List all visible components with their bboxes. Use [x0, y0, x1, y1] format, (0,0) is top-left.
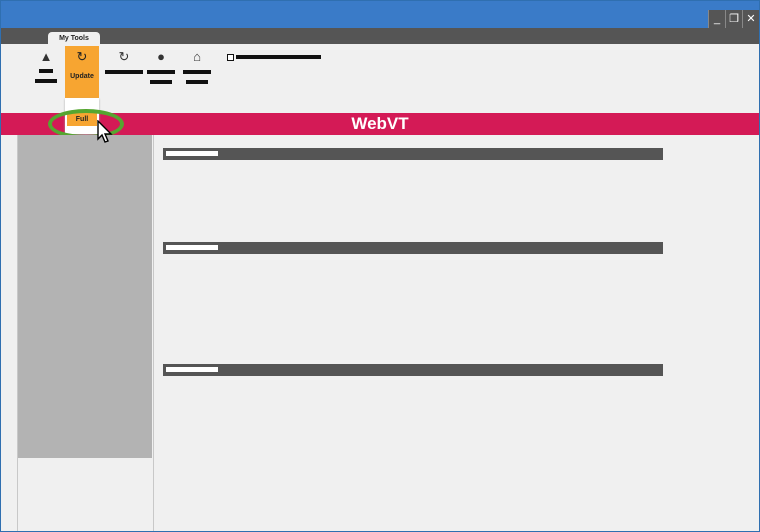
home-icon: ⌂	[193, 49, 201, 64]
close-button[interactable]: ✕	[742, 10, 759, 28]
chat-tool[interactable]: ●	[146, 50, 176, 84]
app-window: _ ❐ ✕ My Tools ▲ ↻ ● ⌂ ↻ Update WebVT Fu…	[0, 0, 760, 532]
search-checkbox[interactable]	[227, 54, 234, 61]
chat-icon: ●	[157, 49, 165, 64]
panel-divider	[153, 135, 154, 531]
refresh-alt-tool[interactable]: ↻	[104, 50, 144, 74]
refresh-icon: ↻	[76, 49, 88, 64]
label-placeholder	[35, 79, 57, 83]
update-button[interactable]: ↻ Update	[65, 46, 99, 98]
window-controls: _ ❐ ✕	[708, 10, 759, 28]
label-placeholder	[186, 80, 208, 84]
content-section-header[interactable]	[163, 242, 663, 254]
label-placeholder	[183, 70, 211, 74]
label-placeholder	[39, 69, 53, 73]
label-placeholder	[150, 80, 172, 84]
user-icon: ▲	[39, 49, 53, 64]
refresh-alt-icon: ↻	[118, 49, 130, 64]
mouse-cursor-icon	[97, 120, 113, 143]
update-label: Update	[70, 73, 94, 80]
sidebar-panel	[18, 135, 152, 458]
minimize-button[interactable]: _	[708, 10, 725, 28]
titlebar: _ ❐ ✕	[1, 1, 759, 28]
section-label-placeholder	[166, 367, 218, 372]
toolbar-ribbon: ▲ ↻ ● ⌂	[1, 44, 759, 114]
label-placeholder	[147, 70, 175, 74]
content-section-header[interactable]	[163, 364, 663, 376]
content-section-header[interactable]	[163, 148, 663, 160]
search-input[interactable]	[236, 55, 321, 59]
restore-button[interactable]: ❐	[725, 10, 742, 28]
label-placeholder	[105, 70, 143, 74]
section-label-placeholder	[166, 151, 218, 156]
sidebar-footer	[18, 458, 152, 530]
user-tool[interactable]: ▲	[31, 50, 61, 83]
section-label-placeholder	[166, 245, 218, 250]
tab-strip: My Tools	[1, 28, 759, 46]
home-tool[interactable]: ⌂	[182, 50, 212, 84]
